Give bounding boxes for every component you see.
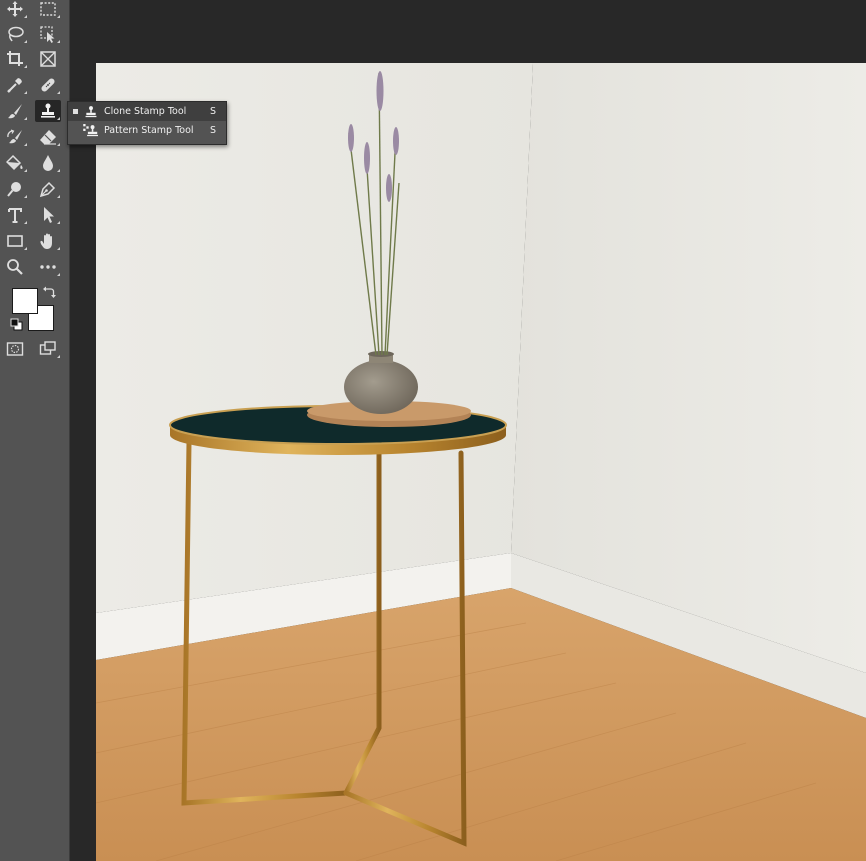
paint-bucket-icon — [6, 154, 23, 171]
object-selection-icon — [40, 26, 55, 43]
type-tool[interactable] — [2, 204, 28, 226]
tools-panel — [0, 0, 70, 861]
photo-side-table-with-vase — [96, 63, 866, 861]
more-tools[interactable] — [35, 256, 61, 278]
arrow-icon — [44, 207, 54, 223]
foreground-color-swatch[interactable] — [12, 288, 38, 314]
flyout-item-label: Clone Stamp Tool — [104, 106, 187, 117]
zoom-icon — [7, 259, 23, 275]
lasso-tool[interactable] — [2, 23, 28, 45]
rectangle-icon — [7, 235, 23, 247]
move-tool[interactable] — [2, 0, 28, 20]
flyout-item-clone-stamp[interactable]: Clone Stamp Tool S — [68, 102, 226, 121]
crop-tool[interactable] — [2, 48, 28, 70]
flyout-item-shortcut: S — [210, 106, 217, 117]
stamp-icon — [82, 105, 100, 119]
paint-bucket-tool[interactable] — [2, 152, 28, 174]
flyout-item-shortcut: S — [210, 125, 217, 136]
vase — [344, 360, 418, 414]
bandage-icon — [41, 78, 55, 92]
history-brush-tool[interactable] — [2, 126, 28, 148]
stamp-icon — [41, 103, 55, 118]
pen-tool[interactable] — [35, 178, 61, 200]
move-icon — [7, 1, 23, 17]
zoom-tool[interactable] — [2, 256, 28, 278]
blur-drop-icon — [43, 155, 53, 171]
default-colors-icon — [10, 318, 22, 330]
brush-tool[interactable] — [2, 100, 28, 122]
rectangle-tool[interactable] — [2, 230, 28, 252]
quick-mask-icon — [6, 342, 24, 356]
brush-icon — [8, 104, 22, 119]
quick-mask-button[interactable] — [2, 338, 28, 360]
marquee-tool[interactable] — [35, 0, 61, 20]
left-wall — [96, 63, 533, 613]
default-colors-button[interactable] — [8, 316, 24, 332]
screen-mode-button[interactable] — [35, 338, 61, 360]
flyout-item-pattern-stamp[interactable]: Pattern Stamp Tool S — [68, 121, 226, 140]
frame-tool[interactable] — [35, 48, 61, 70]
frame-icon — [40, 51, 56, 67]
hand-tool[interactable] — [35, 230, 61, 252]
document-canvas[interactable] — [96, 63, 866, 861]
pattern-stamp-icon — [82, 123, 100, 138]
type-icon — [8, 208, 22, 223]
dodge-tool[interactable] — [2, 178, 28, 200]
hand-icon — [40, 233, 52, 249]
swap-arrow-icon — [43, 286, 56, 298]
dodge-icon — [7, 182, 21, 197]
object-selection-tool[interactable] — [35, 23, 61, 45]
history-brush-icon — [7, 129, 22, 144]
clone-stamp-tool[interactable] — [35, 100, 61, 122]
eraser-tool[interactable] — [35, 126, 61, 148]
path-selection-tool[interactable] — [35, 204, 61, 226]
eraser-icon — [40, 130, 56, 145]
rect-marquee-icon — [40, 2, 56, 16]
ellipsis-icon — [40, 265, 56, 269]
blur-tool[interactable] — [35, 152, 61, 174]
screen-mode-icon — [39, 341, 56, 355]
selected-indicator-icon — [68, 109, 82, 114]
eyedropper-icon — [7, 78, 22, 93]
swap-colors-button[interactable] — [40, 283, 58, 301]
crop-icon — [7, 51, 23, 66]
lasso-icon — [8, 26, 24, 42]
pen-icon — [39, 181, 56, 198]
eyedropper-tool[interactable] — [2, 74, 28, 96]
healing-brush-tool[interactable] — [35, 74, 61, 96]
stamp-tool-flyout-menu: Clone Stamp Tool S Pattern Stamp Tool S — [67, 101, 227, 145]
flyout-item-label: Pattern Stamp Tool — [104, 125, 194, 136]
